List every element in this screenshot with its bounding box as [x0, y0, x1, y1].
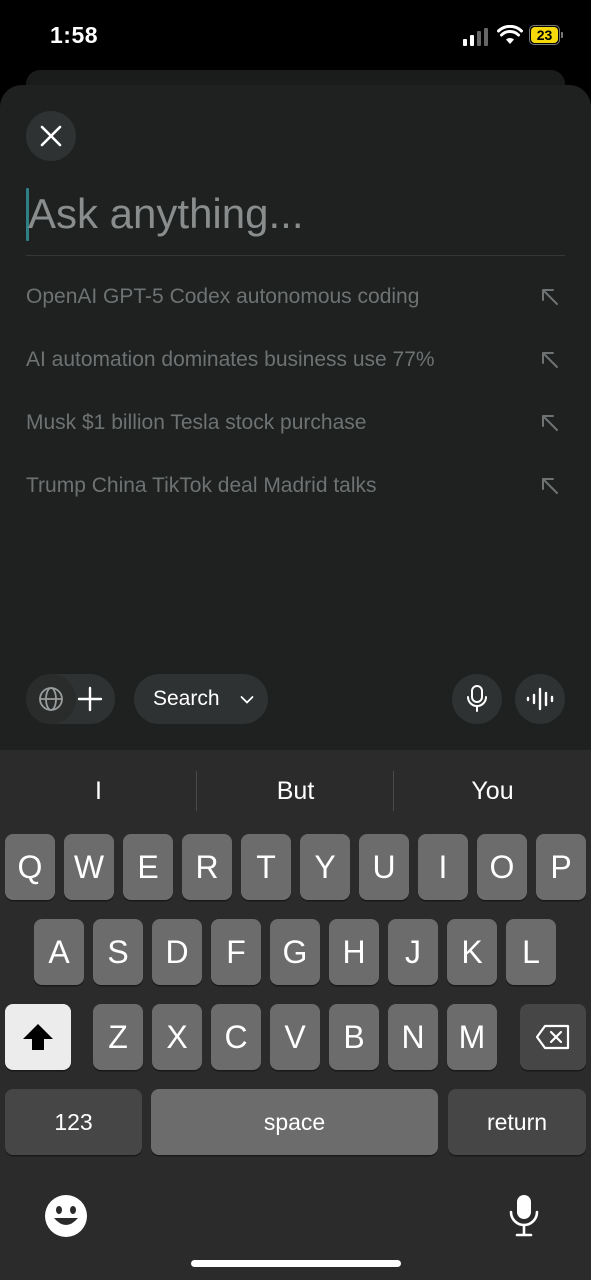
suggestion-text: AI automation dominates business use 77% — [26, 348, 435, 371]
key-b[interactable]: B — [329, 1004, 379, 1070]
key-p[interactable]: P — [536, 834, 586, 900]
search-mode-dropdown[interactable]: Search — [134, 674, 268, 724]
key-a[interactable]: A — [34, 919, 84, 985]
key-g[interactable]: G — [270, 919, 320, 985]
key-z[interactable]: Z — [93, 1004, 143, 1070]
input-divider — [26, 255, 565, 256]
status-bar: 1:58 23 — [0, 0, 591, 70]
numbers-key[interactable]: 123 — [5, 1089, 142, 1155]
key-u[interactable]: U — [359, 834, 409, 900]
dictate-button[interactable] — [452, 674, 502, 724]
key-i[interactable]: I — [418, 834, 468, 900]
battery-level: 23 — [531, 27, 558, 43]
home-indicator[interactable] — [191, 1260, 401, 1267]
key-o[interactable]: O — [477, 834, 527, 900]
emoji-icon[interactable] — [44, 1194, 88, 1238]
key-s[interactable]: S — [93, 919, 143, 985]
space-key[interactable]: space — [151, 1089, 438, 1155]
arrow-up-left-icon[interactable] — [539, 475, 561, 497]
globe-button[interactable] — [26, 674, 76, 724]
suggestion-text: Musk $1 billion Tesla stock purchase — [26, 411, 367, 434]
prediction-suggestion[interactable]: You — [394, 750, 591, 832]
shift-key[interactable] — [5, 1004, 71, 1070]
key-m[interactable]: M — [447, 1004, 497, 1070]
attach-toolbar-group — [26, 674, 115, 724]
key-r[interactable]: R — [182, 834, 232, 900]
arrow-up-left-icon[interactable] — [539, 412, 561, 434]
key-w[interactable]: W — [64, 834, 114, 900]
battery-icon: 23 — [529, 25, 563, 45]
key-x[interactable]: X — [152, 1004, 202, 1070]
backspace-icon — [535, 1024, 570, 1050]
suggestion-item[interactable]: AI automation dominates business use 77% — [26, 340, 565, 380]
key-l[interactable]: L — [506, 919, 556, 985]
key-f[interactable]: F — [211, 919, 261, 985]
key-h[interactable]: H — [329, 919, 379, 985]
key-j[interactable]: J — [388, 919, 438, 985]
key-y[interactable]: Y — [300, 834, 350, 900]
arrow-up-left-icon[interactable] — [539, 286, 561, 308]
globe-icon — [39, 687, 63, 711]
waveform-icon — [526, 687, 554, 711]
key-c[interactable]: C — [211, 1004, 261, 1070]
arrow-up-left-icon[interactable] — [539, 349, 561, 371]
close-icon — [40, 125, 62, 147]
prediction-suggestion[interactable]: But — [197, 750, 394, 832]
suggestion-text: OpenAI GPT-5 Codex autonomous coding — [26, 285, 420, 308]
prediction-suggestion[interactable]: I — [0, 750, 197, 832]
ask-input-placeholder: Ask anything... — [28, 190, 304, 237]
key-k[interactable]: K — [447, 919, 497, 985]
search-mode-label: Search — [153, 687, 220, 710]
key-n[interactable]: N — [388, 1004, 438, 1070]
close-button[interactable] — [26, 111, 76, 161]
suggestion-item[interactable]: Musk $1 billion Tesla stock purchase — [26, 403, 565, 443]
keyboard: I But You Q W E R T Y U I O P A S D F G … — [0, 750, 591, 1280]
delete-key[interactable] — [520, 1004, 586, 1070]
key-t[interactable]: T — [241, 834, 291, 900]
suggestion-text: Trump China TikTok deal Madrid talks — [26, 474, 377, 497]
plus-icon[interactable] — [77, 686, 103, 712]
key-v[interactable]: V — [270, 1004, 320, 1070]
shift-icon — [23, 1024, 53, 1050]
voice-mode-button[interactable] — [515, 674, 565, 724]
dictation-icon[interactable] — [507, 1193, 541, 1239]
chevron-down-icon — [240, 696, 254, 704]
wifi-icon — [497, 25, 523, 44]
cellular-signal-icon — [463, 28, 491, 46]
key-d[interactable]: D — [152, 919, 202, 985]
return-key[interactable]: return — [448, 1089, 586, 1155]
ask-input[interactable]: Ask anything... — [26, 186, 565, 246]
key-q[interactable]: Q — [5, 834, 55, 900]
key-e[interactable]: E — [123, 834, 173, 900]
suggestion-item[interactable]: Trump China TikTok deal Madrid talks — [26, 466, 565, 506]
status-time: 1:58 — [50, 22, 99, 48]
microphone-icon — [467, 685, 487, 712]
suggestion-item[interactable]: OpenAI GPT-5 Codex autonomous coding — [26, 277, 565, 317]
